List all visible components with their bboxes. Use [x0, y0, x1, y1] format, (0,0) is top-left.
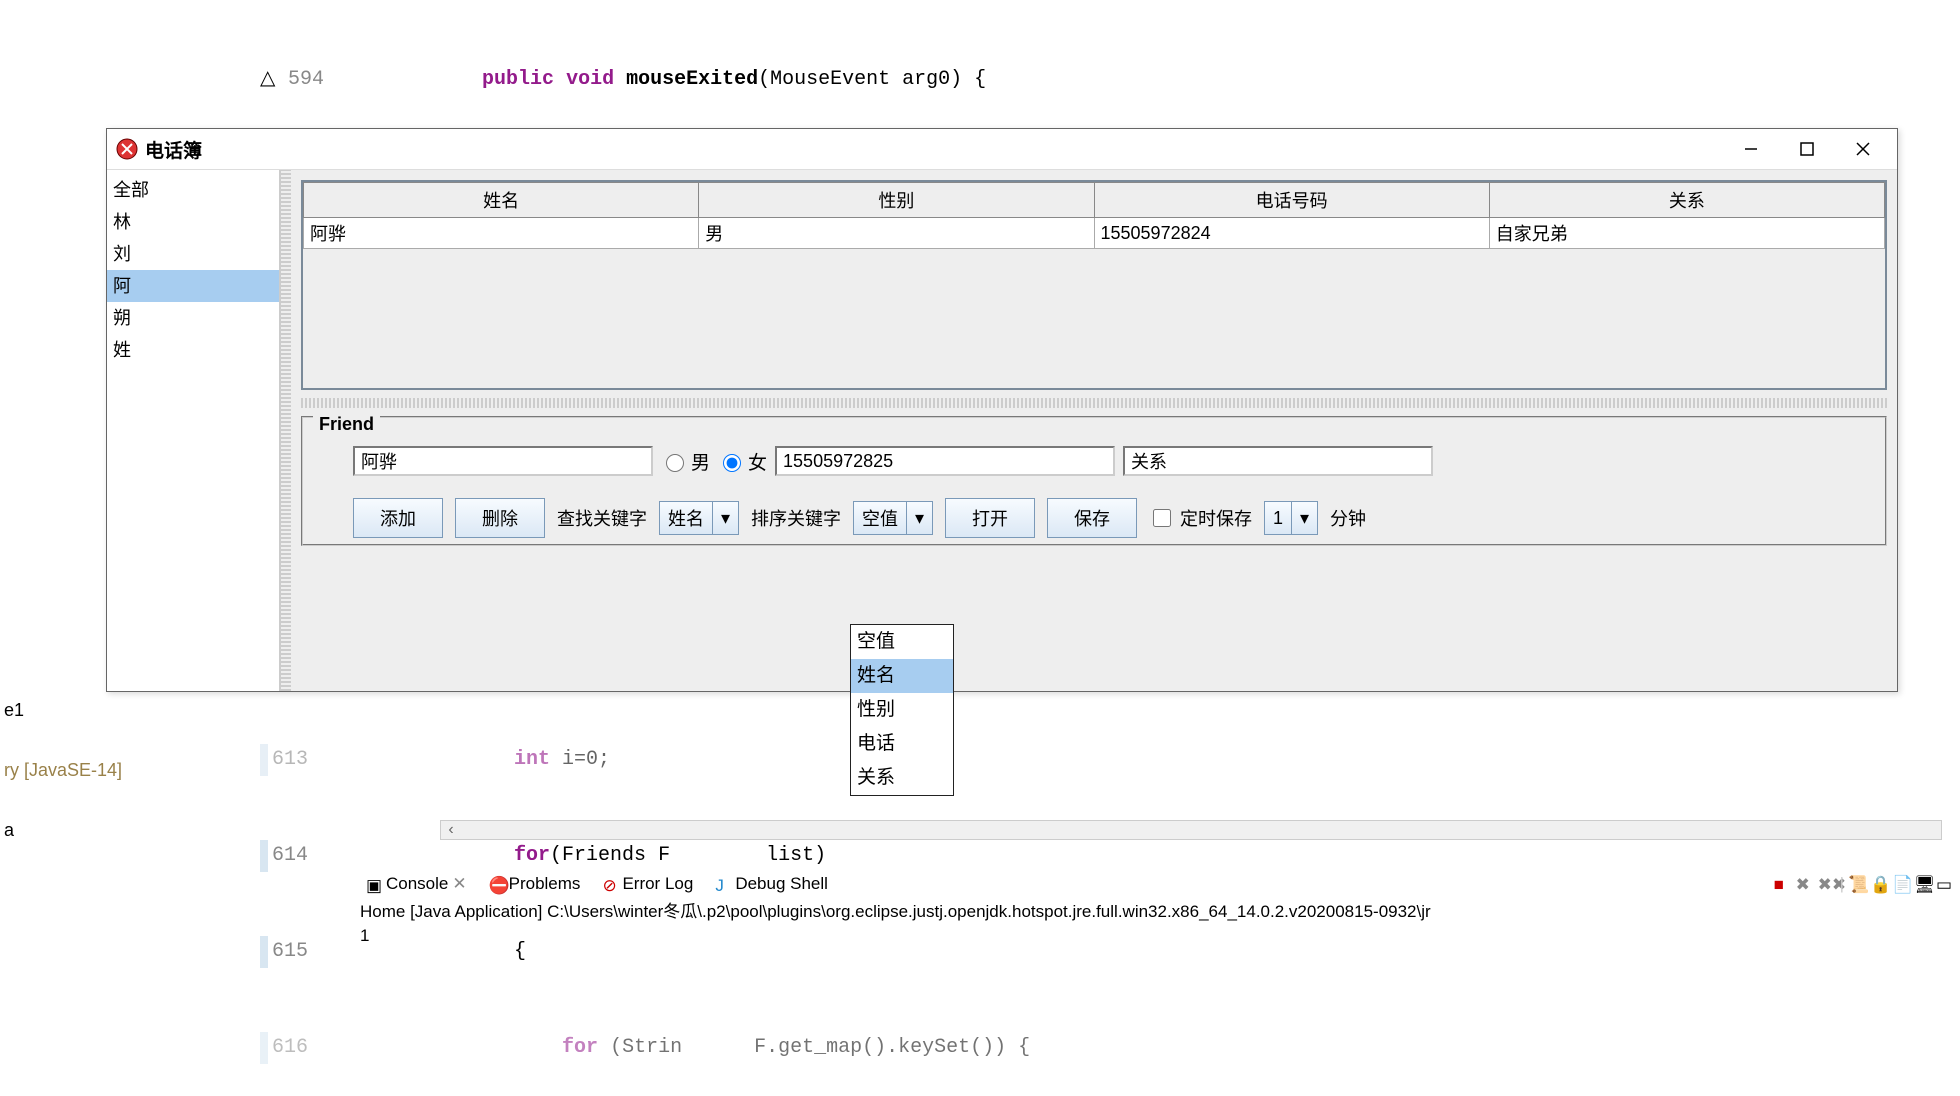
table-row[interactable]: 阿骅 男 15505972824 自家兄弟 — [304, 218, 1885, 249]
horizontal-scrollbar[interactable]: ‹ — [440, 820, 1942, 840]
close-icon[interactable]: ✕ — [452, 874, 466, 894]
problems-icon: ⛔ — [489, 876, 505, 892]
console-status: Home [Java Application] C:\Users\winter冬… — [360, 900, 1960, 948]
col-relation[interactable]: 关系 — [1489, 183, 1884, 218]
col-phone[interactable]: 电话号码 — [1094, 183, 1489, 218]
search-label: 查找关键字 — [557, 505, 647, 531]
search-key-dropdown-popup[interactable]: 空值 姓名 性别 电话 关系 — [850, 624, 954, 796]
window-title: 电话簿 — [145, 136, 202, 163]
line-number: 615 — [268, 936, 314, 968]
horizontal-splitter[interactable] — [301, 398, 1887, 408]
sidebar-item-all[interactable]: 全部 — [107, 174, 279, 206]
debug-icon: J — [715, 876, 731, 892]
tab-debugshell[interactable]: JDebug Shell — [709, 874, 834, 894]
col-name[interactable]: 姓名 — [304, 183, 699, 218]
sidebar-item-shuo[interactable]: 朔 — [107, 302, 279, 334]
radio-female[interactable]: 女 — [718, 448, 767, 475]
open-console-icon[interactable]: ▭ — [1936, 875, 1954, 893]
vertical-splitter[interactable] — [281, 170, 291, 691]
interval-unit: 分钟 — [1330, 505, 1366, 531]
chevron-down-icon[interactable]: ▾ — [906, 502, 932, 534]
phone-field[interactable] — [775, 446, 1115, 476]
name-field[interactable] — [353, 446, 653, 476]
tab-problems[interactable]: ⛔Problems — [483, 874, 587, 894]
data-table[interactable]: 姓名 性别 电话号码 关系 阿骅 男 15505972824 自家兄弟 — [303, 182, 1885, 249]
titlebar[interactable]: 电话簿 — [107, 129, 1897, 169]
data-table-wrap: 姓名 性别 电话号码 关系 阿骅 男 15505972824 自家兄弟 — [301, 180, 1887, 390]
pin-icon[interactable]: 🔒 — [1870, 875, 1888, 893]
sidebar-item-a[interactable]: 阿 — [107, 270, 279, 302]
remove-icon[interactable]: ✖ — [1796, 875, 1814, 893]
app-icon — [115, 137, 139, 161]
chevron-down-icon[interactable]: ▾ — [712, 502, 738, 534]
stop-icon[interactable]: ■ — [1774, 875, 1792, 893]
radio-male[interactable]: 男 — [661, 448, 710, 475]
code-line: △ 594 public void mouseExited(MouseEvent… — [260, 64, 1960, 96]
maximize-button[interactable] — [1779, 130, 1835, 168]
main-panel: 姓名 性别 电话号码 关系 阿骅 男 15505972824 自家兄弟 — [291, 170, 1897, 691]
tab-console[interactable]: ▣Console ✕ — [360, 874, 473, 894]
console-tabs: ▣Console ✕ ⛔Problems ⊘Error Log JDebug S… — [360, 870, 1960, 898]
minimize-button[interactable] — [1723, 130, 1779, 168]
friend-panel-title: Friend — [313, 414, 380, 435]
sidebar-item-lin[interactable]: 林 — [107, 206, 279, 238]
add-button[interactable]: 添加 — [353, 498, 443, 538]
tab-errorlog[interactable]: ⊘Error Log — [596, 874, 699, 894]
sidebar-item-liu[interactable]: 刘 — [107, 238, 279, 270]
display-icon[interactable]: 🖥 — [1914, 875, 1932, 893]
sort-label: 排序关键字 — [751, 505, 841, 531]
dropdown-option[interactable]: 空值 — [851, 625, 953, 659]
line-number: 614 — [268, 840, 314, 872]
friend-form-row: 男 女 — [313, 442, 1875, 480]
cell-gender[interactable]: 男 — [699, 218, 1094, 249]
relation-field[interactable] — [1123, 446, 1433, 476]
override-icon: △ — [260, 64, 284, 96]
code-line: 616 for (StrinXXXXXXF.get_map().keySet()… — [260, 1032, 1960, 1064]
autosave-checkbox[interactable]: 定时保存 — [1149, 505, 1252, 531]
scroll-left-icon[interactable]: ‹ — [441, 821, 461, 839]
cell-phone[interactable]: 15505972824 — [1094, 218, 1489, 249]
scroll-lock-icon[interactable]: 📜 — [1848, 875, 1866, 893]
sidebar-item-xing[interactable]: 姓 — [107, 334, 279, 366]
dialog-body: 全部 林 刘 阿 朔 姓 姓名 性别 电话号码 关系 — [107, 169, 1897, 691]
chevron-down-icon[interactable]: ▾ — [1291, 502, 1317, 534]
console-toolbar: ■ ✖ ✖✖ | 📜 🔒 📄 🖥 ▭ — [1774, 874, 1960, 894]
cell-relation[interactable]: 自家兄弟 — [1489, 218, 1884, 249]
project-tree-fragment: e1 ry [JavaSE-14] a — [0, 680, 122, 860]
errorlog-icon: ⊘ — [602, 876, 618, 892]
code-line: 614 for(Friends FXXXXXXXXlist) — [260, 840, 1960, 872]
interval-combo[interactable]: 1 ▾ — [1264, 501, 1318, 535]
clear-icon[interactable]: 📄 — [1892, 875, 1910, 893]
dropdown-option[interactable]: 姓名 — [851, 659, 953, 693]
dropdown-option[interactable]: 性别 — [851, 693, 953, 727]
line-number: 613 — [268, 744, 314, 776]
line-number: 616 — [268, 1032, 314, 1064]
line-number: 594 — [284, 64, 330, 96]
dropdown-option[interactable]: 电话 — [851, 727, 953, 761]
dropdown-option[interactable]: 关系 — [851, 761, 953, 795]
search-key-combo[interactable]: 姓名 ▾ — [659, 501, 739, 535]
close-button[interactable] — [1835, 130, 1891, 168]
cell-name[interactable]: 阿骅 — [304, 218, 699, 249]
sidebar: 全部 林 刘 阿 朔 姓 — [107, 170, 281, 691]
phonebook-dialog: 电话簿 全部 林 刘 阿 朔 姓 姓名 性别 电话 — [106, 128, 1898, 692]
col-gender[interactable]: 性别 — [699, 183, 1094, 218]
friend-panel: Friend 男 女 添加 删除 查找关键字 姓名 — [301, 416, 1887, 546]
console-icon: ▣ — [366, 876, 382, 892]
code-line: 613 int i=0; — [260, 744, 1960, 776]
window-controls — [1723, 130, 1891, 168]
removeall-icon[interactable]: ✖✖ — [1818, 875, 1836, 893]
sort-key-combo[interactable]: 空值 ▾ — [853, 501, 933, 535]
save-button[interactable]: 保存 — [1047, 498, 1137, 538]
friend-button-row: 添加 删除 查找关键字 姓名 ▾ 排序关键字 空值 ▾ 打开 保 — [313, 498, 1875, 538]
code-text: public void mouseExited(MouseEvent arg0)… — [330, 64, 986, 96]
open-button[interactable]: 打开 — [945, 498, 1035, 538]
table-header-row: 姓名 性别 电话号码 关系 — [304, 183, 1885, 218]
delete-button[interactable]: 删除 — [455, 498, 545, 538]
